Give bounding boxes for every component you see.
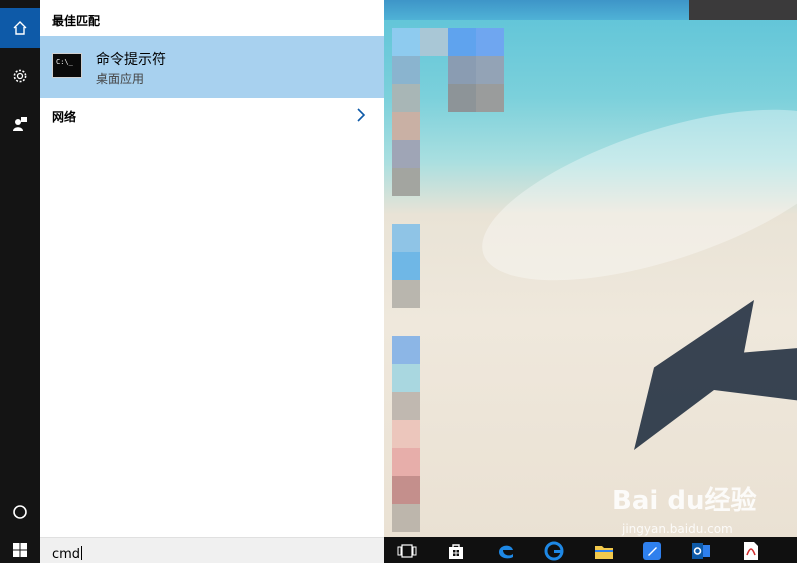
blurred-desktop-icons	[384, 28, 504, 532]
water-hut	[689, 0, 797, 20]
edge-icon	[499, 545, 513, 559]
network-label: 网络	[52, 110, 77, 124]
pen-button[interactable]	[640, 540, 664, 562]
edge-alt-icon	[544, 541, 564, 561]
best-match-heading: 最佳匹配	[52, 14, 101, 28]
pen-icon	[643, 542, 661, 560]
start-button[interactable]	[0, 537, 40, 563]
result-name: 命令提示符	[96, 52, 166, 68]
network-search-item[interactable]: 网络	[40, 99, 384, 131]
feedback-icon	[13, 117, 27, 131]
store-icon	[449, 544, 463, 559]
search-input-value: cmd	[52, 547, 81, 562]
task-view-icon	[397, 544, 417, 558]
feedback-button[interactable]	[0, 104, 40, 144]
cortana-button[interactable]	[0, 492, 40, 532]
palm-shadow	[634, 300, 797, 450]
search-input[interactable]: cmd	[52, 546, 83, 562]
text-caret	[81, 546, 83, 560]
home-icon	[13, 21, 27, 35]
edge-alt-button[interactable]	[542, 540, 566, 562]
home-button[interactable]	[0, 8, 40, 48]
pdf-icon	[744, 542, 758, 560]
file-explorer-button[interactable]	[592, 540, 616, 562]
search-box[interactable]: cmd	[40, 537, 384, 563]
command-prompt-icon: C:\_	[52, 53, 82, 78]
desktop-wallpaper: Bai du经验 jingyan.baidu.com	[384, 0, 797, 537]
windows-logo-icon	[13, 543, 27, 557]
result-subtitle: 桌面应用	[96, 72, 145, 86]
edge-button[interactable]	[494, 540, 518, 562]
best-match-result[interactable]: C:\_ 命令提示符 桌面应用	[40, 36, 384, 98]
pdf-button[interactable]	[739, 540, 763, 562]
left-rail	[0, 0, 40, 563]
command-prompt-icon-text: C:\_	[56, 58, 73, 66]
search-results-panel: 最佳匹配 C:\_ 命令提示符 桌面应用 网络	[40, 0, 384, 537]
chevron-right-icon	[357, 108, 366, 122]
outlook-icon	[692, 543, 710, 559]
store-button[interactable]	[444, 540, 468, 562]
cortana-circle-icon	[13, 505, 27, 519]
settings-button[interactable]	[0, 56, 40, 96]
wave-foam	[463, 74, 797, 316]
gear-icon	[13, 69, 27, 83]
outlook-button[interactable]	[689, 540, 713, 562]
task-view-button[interactable]	[395, 540, 419, 562]
baidu-watermark: Bai du经验	[612, 486, 757, 516]
baidu-watermark-url: jingyan.baidu.com	[622, 522, 733, 536]
taskbar	[384, 537, 797, 563]
file-explorer-icon	[595, 546, 613, 559]
